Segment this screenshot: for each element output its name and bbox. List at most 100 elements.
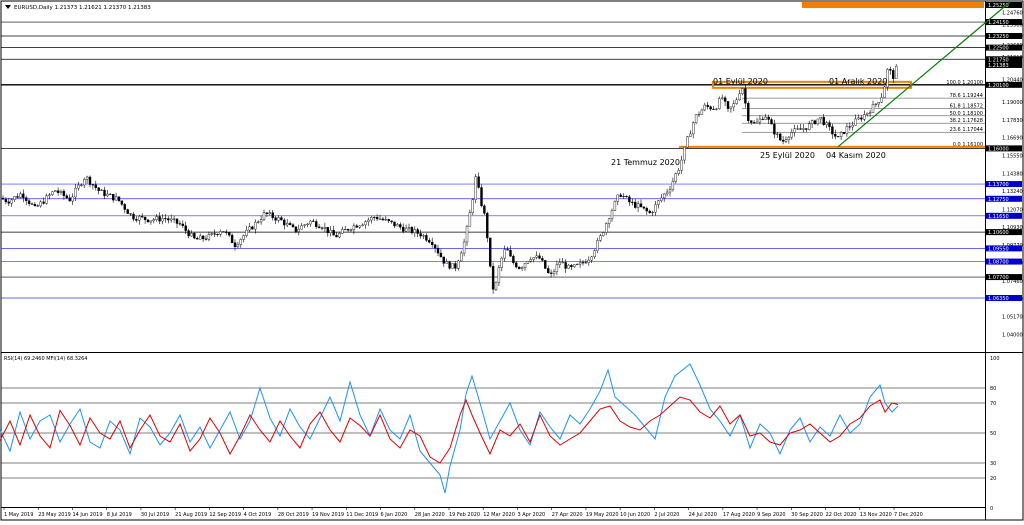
candle-body — [74, 187, 77, 198]
candle-body — [468, 212, 472, 227]
candle-body — [686, 136, 689, 148]
candle-body — [552, 271, 556, 274]
candle-body — [741, 88, 744, 94]
candle-body — [123, 204, 127, 210]
candle-body — [526, 261, 530, 264]
candle-body — [149, 220, 153, 223]
candle-body — [390, 220, 393, 223]
candle-body — [364, 221, 367, 226]
candle-body — [509, 249, 512, 257]
candle-body — [555, 264, 559, 272]
price-axis-label: 1.17830 — [1002, 118, 1023, 124]
fib-level-label: 78.6 1.19244 — [950, 93, 983, 99]
candle-body — [784, 139, 788, 142]
candle-body — [7, 201, 11, 204]
candle-body — [863, 114, 866, 120]
candle-body — [454, 263, 457, 269]
candle-body — [663, 193, 666, 199]
candle-body — [140, 216, 144, 218]
candle-body — [692, 122, 695, 135]
candle-body — [767, 116, 770, 120]
candle-body — [755, 121, 759, 124]
time-tick-label: 21 Aug 2019 — [175, 512, 207, 518]
candle-body — [732, 103, 735, 108]
level-price-text: 1.08700 — [988, 260, 1009, 266]
candle-body — [738, 93, 741, 101]
candle-body — [802, 128, 805, 130]
candle-body — [613, 201, 617, 211]
candle-body — [230, 234, 234, 243]
candle-body — [520, 267, 524, 269]
time-tick-label: 19 Nov 2019 — [312, 512, 344, 518]
time-tick-label: 3 Apr 2020 — [517, 512, 545, 518]
candle-body — [605, 223, 608, 233]
candle-body — [779, 133, 782, 141]
candle-body — [889, 69, 892, 71]
candle-body — [242, 235, 245, 240]
candle-body — [94, 184, 98, 188]
candle-body — [297, 228, 300, 232]
candle-body — [828, 122, 831, 127]
candle-body — [82, 179, 86, 186]
candle-body — [752, 122, 756, 124]
candle-body — [599, 235, 602, 241]
indicator-scale-label: 0 — [990, 506, 993, 512]
candle-body — [750, 120, 753, 123]
candle-body — [486, 213, 489, 239]
candle-body — [503, 249, 506, 259]
candle-body — [309, 220, 312, 225]
candle-body — [529, 259, 532, 262]
candle-body — [506, 249, 509, 251]
candle-body — [796, 128, 799, 130]
candle-body — [80, 184, 83, 186]
candle-body — [36, 205, 39, 207]
candle-body — [445, 261, 448, 264]
candle-body — [358, 225, 361, 228]
candle-body — [33, 204, 37, 206]
candle-body — [286, 223, 289, 226]
candle-body — [854, 118, 857, 126]
candle-body — [152, 219, 156, 222]
candle-body — [196, 237, 199, 240]
time-tick-label: 30 Sep 2020 — [791, 512, 823, 518]
candle-body — [558, 262, 561, 266]
candle-body — [407, 227, 411, 229]
candle-body — [361, 224, 364, 227]
candle-body — [355, 225, 358, 228]
chart-annotation: 21 Temmuz 2020 — [611, 158, 680, 167]
candle-body — [744, 88, 747, 104]
candle-body — [871, 104, 875, 113]
candle-body — [712, 108, 715, 110]
level-price-text: 1.20100 — [988, 83, 1009, 89]
candle-body — [172, 218, 176, 220]
candle-body — [497, 267, 501, 283]
candle-body — [538, 255, 541, 259]
candle-body — [460, 252, 463, 262]
resistance-zone[interactable] — [802, 1, 984, 8]
candle-body — [4, 199, 8, 203]
candle-body — [155, 216, 158, 220]
candle-body — [587, 259, 590, 263]
candle-body — [132, 213, 135, 220]
candle-body — [332, 229, 335, 236]
candle-body — [326, 227, 329, 234]
time-tick-label: 19 Feb 2020 — [449, 512, 480, 518]
candle-body — [491, 266, 495, 290]
candle-body — [143, 216, 147, 220]
candle-body — [433, 244, 437, 249]
candle-body — [607, 218, 611, 224]
candle-body — [146, 219, 150, 223]
price-chart[interactable]: EURUSD,Daily 1.21373 1.21621 1.21370 1.2… — [0, 0, 1024, 521]
candle-body — [494, 281, 498, 290]
candle-body — [129, 213, 132, 215]
candle-body — [584, 262, 588, 264]
candle-body — [735, 99, 738, 104]
candle-body — [715, 108, 718, 110]
candle-body — [668, 189, 672, 193]
candle-body — [793, 128, 796, 133]
fib-level-label: 50.0 1.18100 — [950, 111, 983, 117]
time-tick-label: 30 Jul 2019 — [141, 512, 169, 518]
candle-body — [280, 217, 283, 221]
candle-body — [265, 212, 269, 214]
indicator-scale-label: 70 — [990, 401, 996, 407]
